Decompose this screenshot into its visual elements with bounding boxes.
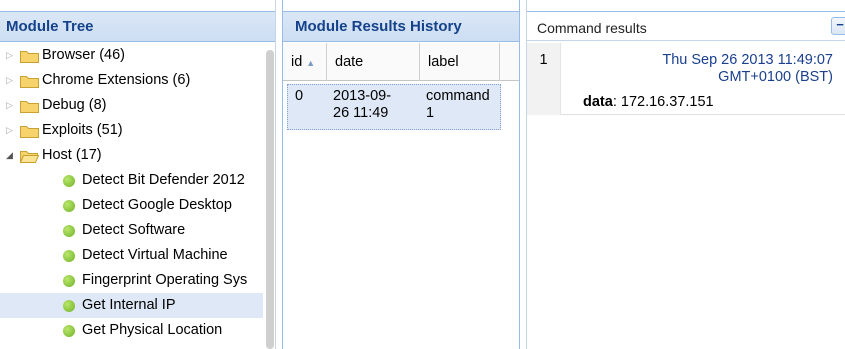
tree-module-get-internal-ip[interactable]: Get Internal IP bbox=[0, 293, 263, 318]
column-header-id[interactable]: id ▲ bbox=[283, 43, 327, 81]
results-history-header[interactable]: Module Results History bbox=[283, 12, 519, 42]
cell-label: command 1 bbox=[426, 88, 490, 121]
collapse-arrow-icon[interactable]: ◢ bbox=[6, 143, 16, 168]
module-status-icon bbox=[63, 225, 75, 237]
expand-arrow-icon[interactable]: ▷ bbox=[6, 68, 16, 93]
result-row-number: 1 bbox=[527, 43, 561, 115]
column-header-date[interactable]: date bbox=[327, 43, 420, 81]
column-header-label: date bbox=[335, 54, 364, 70]
result-row: 1 Thu Sep 26 2013 11:49:07 GMT+0100 (BST… bbox=[527, 43, 845, 115]
tree-category-chrome-extensions[interactable]: ▷ Chrome Extensions (6) bbox=[0, 68, 263, 93]
module-tree: ▷ Browser (46) ▷ Chrome Extensions (6) ▷… bbox=[0, 43, 263, 343]
module-status-icon bbox=[63, 200, 75, 212]
module-tree-header[interactable]: Module Tree bbox=[0, 12, 275, 42]
result-data: data: 172.16.37.151 bbox=[583, 94, 714, 110]
grid-header: id ▲ date label bbox=[283, 43, 519, 81]
table-row[interactable]: 0 2013-09-26 11:49 command 1 bbox=[287, 84, 501, 130]
cell-date: 2013-09-26 11:49 bbox=[333, 88, 392, 121]
tree-module-label: Get Internal IP bbox=[82, 297, 176, 313]
tree-category-label: Exploits (51) bbox=[42, 122, 123, 138]
module-status-icon bbox=[63, 250, 75, 262]
module-status-icon bbox=[63, 175, 75, 187]
folder-icon bbox=[20, 101, 39, 113]
tree-category-label: Chrome Extensions (6) bbox=[42, 72, 191, 88]
result-data-value: : 172.16.37.151 bbox=[612, 94, 714, 110]
tree-category-label: Debug (8) bbox=[42, 97, 107, 113]
tree-category-browser[interactable]: ▷ Browser (46) bbox=[0, 43, 263, 68]
tree-category-exploits[interactable]: ▷ Exploits (51) bbox=[0, 118, 263, 143]
tree-category-debug[interactable]: ▷ Debug (8) bbox=[0, 93, 263, 118]
sort-asc-icon: ▲ bbox=[306, 58, 316, 68]
command-results-title: Command results bbox=[537, 20, 647, 36]
result-timestamp: Thu Sep 26 2013 11:49:07 GMT+0100 (BST) bbox=[662, 52, 833, 85]
tree-module-detect-virtual-machine[interactable]: Detect Virtual Machine bbox=[0, 243, 263, 268]
column-header-label: label bbox=[428, 54, 459, 70]
result-data-key: data bbox=[583, 94, 613, 110]
folder-icon bbox=[20, 126, 39, 138]
tree-scrollbar[interactable] bbox=[265, 50, 275, 349]
tree-module-label: Detect Software bbox=[82, 222, 186, 238]
column-header-label: id bbox=[291, 54, 303, 70]
tree-module-fingerprint-os[interactable]: Fingerprint Operating Sys bbox=[0, 268, 263, 293]
cell-id: 0 bbox=[295, 88, 304, 104]
tree-module-detect-bit-defender[interactable]: Detect Bit Defender 2012 bbox=[0, 168, 263, 193]
tree-category-label: Browser (46) bbox=[42, 47, 125, 63]
module-status-icon bbox=[63, 275, 75, 287]
tree-category-host[interactable]: ◢ Host (17) bbox=[0, 143, 263, 168]
module-status-icon bbox=[63, 300, 75, 312]
tree-module-detect-google-desktop[interactable]: Detect Google Desktop bbox=[0, 193, 263, 218]
open-folder-icon bbox=[20, 151, 39, 163]
tree-module-label: Get Physical Location bbox=[82, 322, 223, 338]
expand-arrow-icon[interactable]: ▷ bbox=[6, 118, 16, 143]
module-status-icon bbox=[63, 325, 75, 337]
top-strip bbox=[283, 0, 519, 12]
command-results-panel: Command results − 1 Thu Sep 26 2013 11:4… bbox=[526, 0, 845, 349]
tree-category-label: Host (17) bbox=[42, 147, 102, 163]
tree-module-label: Detect Bit Defender 2012 bbox=[82, 172, 245, 188]
tree-module-label: Detect Virtual Machine bbox=[82, 247, 228, 263]
command-results-header[interactable]: Command results − bbox=[527, 13, 845, 41]
tree-module-label: Fingerprint Operating Sys bbox=[82, 272, 248, 288]
folder-icon bbox=[20, 51, 39, 63]
scrollbar-thumb[interactable] bbox=[266, 50, 274, 349]
tree-module-detect-software[interactable]: Detect Software bbox=[0, 218, 263, 243]
module-tree-panel: Module Tree ▷ Browser (46) ▷ Chrome Exte… bbox=[0, 0, 276, 349]
folder-icon bbox=[20, 76, 39, 88]
expand-arrow-icon[interactable]: ▷ bbox=[6, 93, 16, 118]
tree-module-get-physical-location[interactable]: Get Physical Location bbox=[0, 318, 263, 343]
collapse-button[interactable]: − bbox=[831, 17, 845, 35]
top-strip bbox=[527, 0, 845, 12]
tree-module-label: Detect Google Desktop bbox=[82, 197, 232, 213]
results-history-panel: Module Results History id ▲ date label 0 … bbox=[282, 0, 520, 349]
top-strip bbox=[0, 0, 275, 12]
column-header-label-col[interactable]: label bbox=[420, 43, 500, 81]
expand-arrow-icon[interactable]: ▷ bbox=[6, 43, 16, 68]
